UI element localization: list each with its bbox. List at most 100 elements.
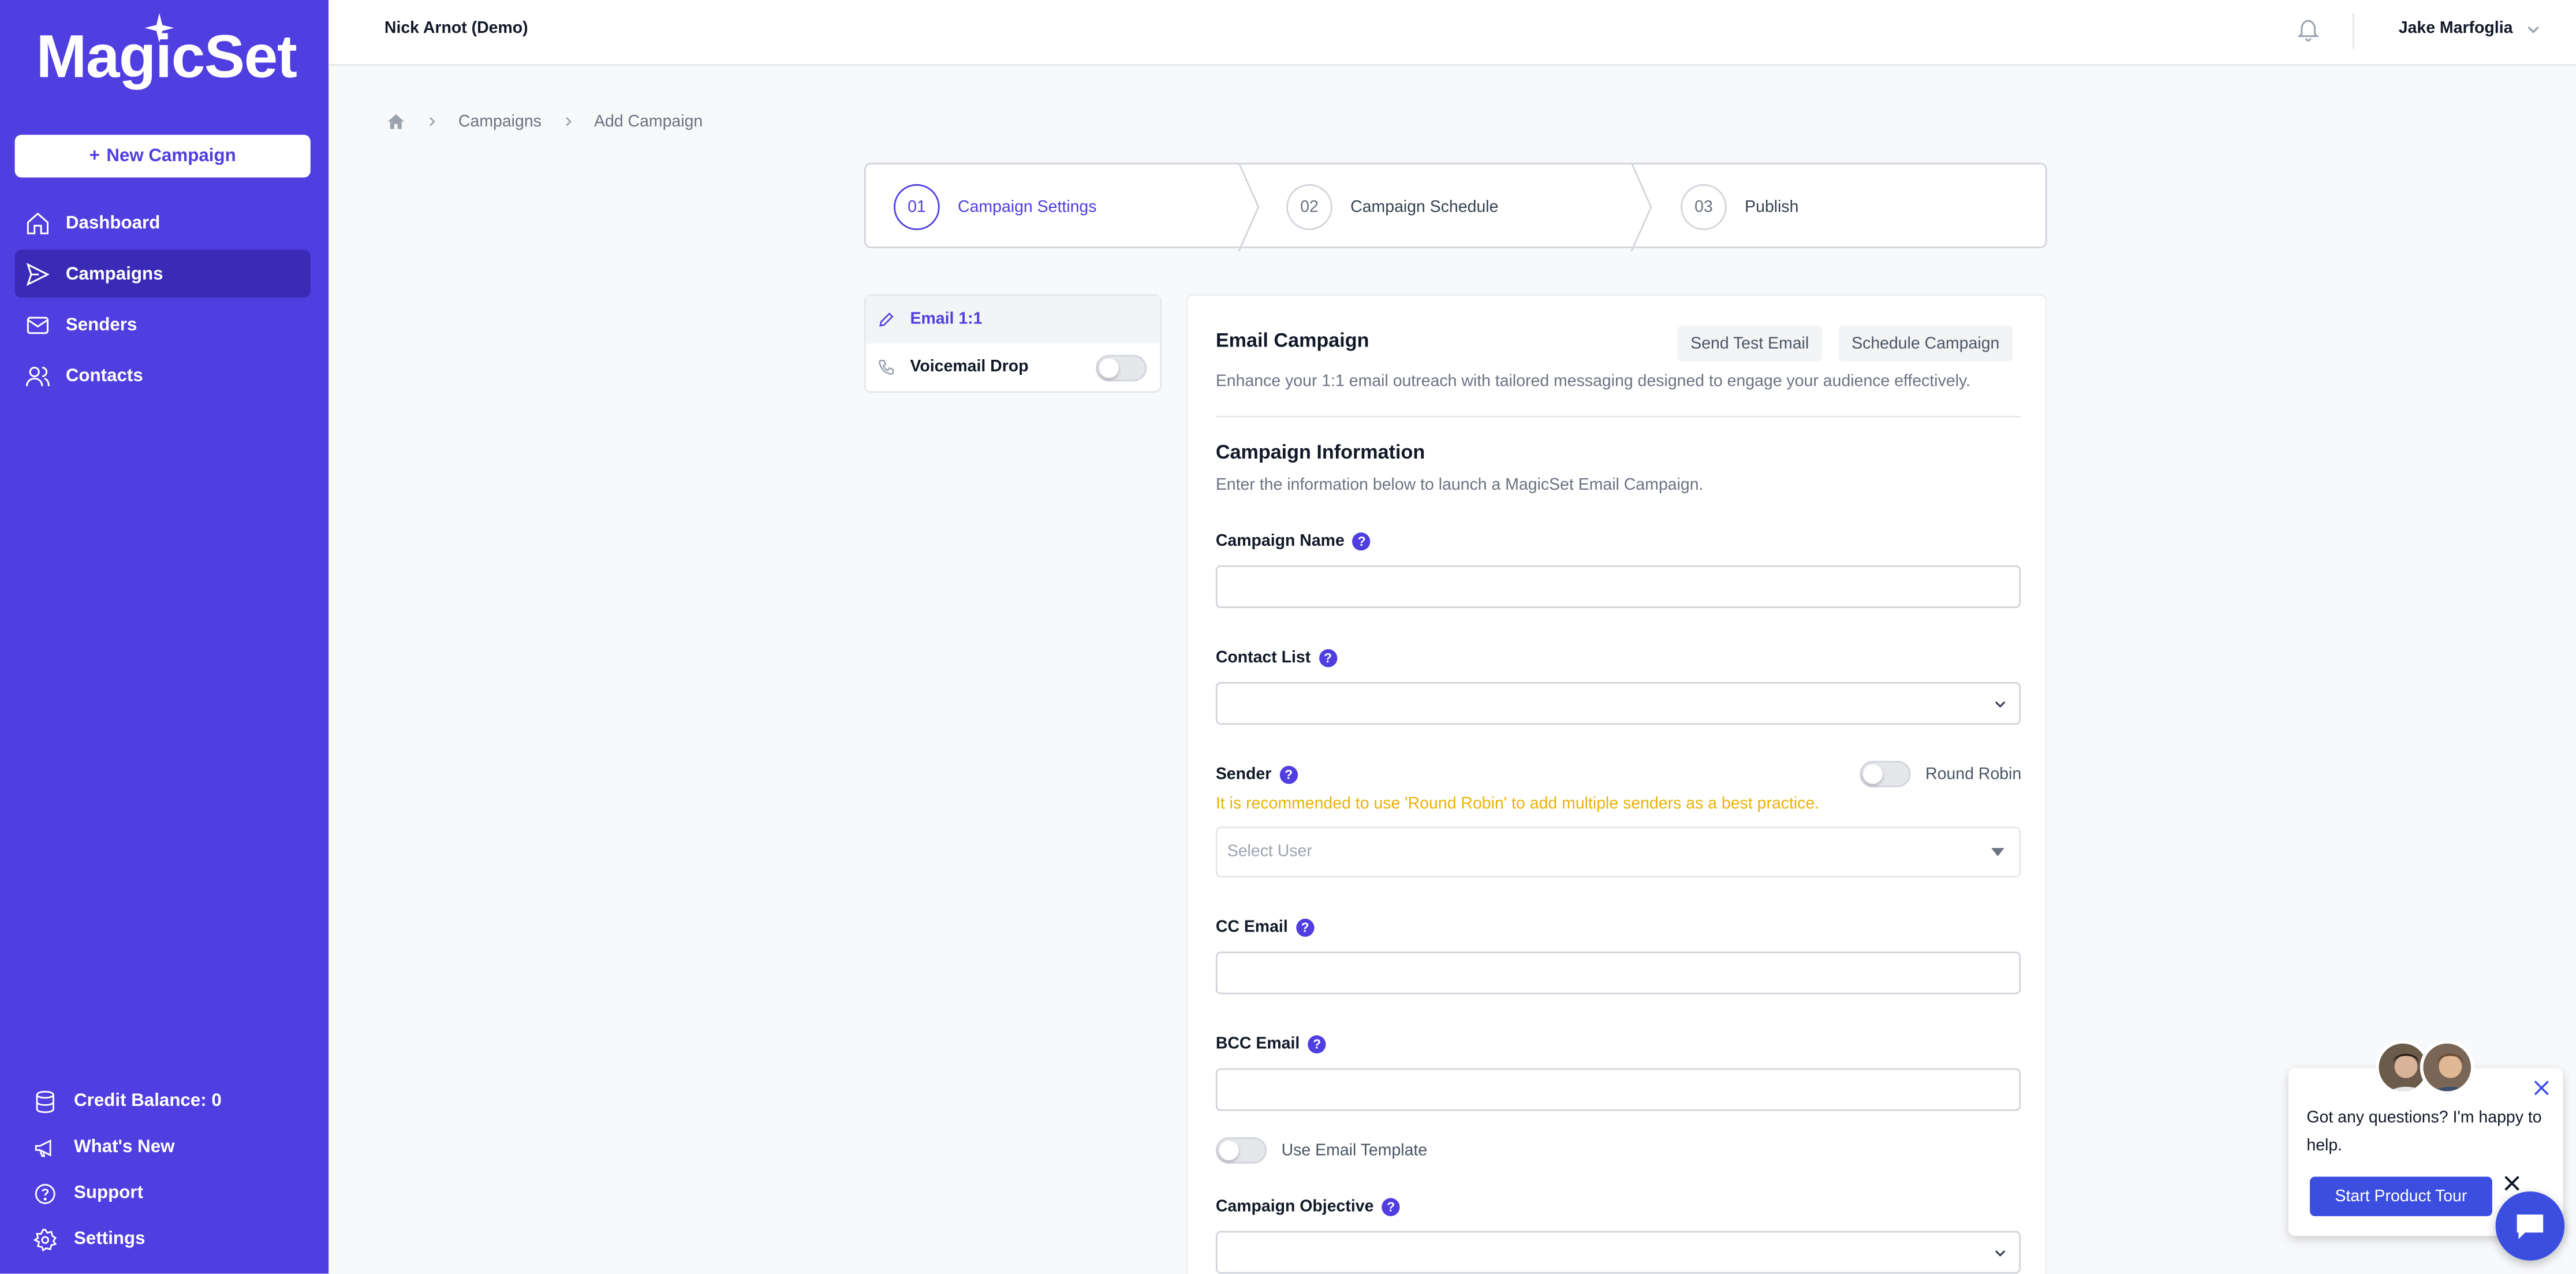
phone-icon (879, 359, 894, 375)
new-campaign-button[interactable]: + New Campaign (14, 135, 311, 178)
whats-new-link[interactable]: What's New (33, 1124, 312, 1170)
sidebar-item-label: Dashboard (65, 213, 160, 233)
support-link[interactable]: Support (33, 1170, 312, 1216)
contact-list-label: Contact List ? (1215, 649, 1337, 668)
email-campaign-form: Email Campaign Send Test Email Schedule … (1186, 294, 2047, 1274)
mail-icon (27, 316, 49, 333)
caret-down-icon (1991, 848, 2004, 856)
chat-message: Got any questions? I'm happy to help. (2306, 1109, 2542, 1156)
bcc-email-label: BCC Email ? (1216, 1035, 1326, 1054)
home-icon[interactable] (386, 112, 406, 132)
help-icon[interactable]: ? (1319, 649, 1337, 668)
sender-warning: It is recommended to use 'Round Robin' t… (1215, 795, 1820, 814)
channel-voicemail[interactable]: Voicemail Drop (866, 344, 1160, 392)
use-email-template-toggle[interactable] (1215, 1137, 1267, 1164)
sidebar-item-label: Campaigns (65, 263, 163, 284)
whats-new-label: What's New (74, 1137, 175, 1157)
sidebar-bottom: Credit Balance: 0 What's New Support Set… (33, 1078, 312, 1262)
cc-email-input[interactable] (1215, 951, 2021, 994)
step-campaign-settings[interactable]: 01 Campaign Settings (894, 165, 1097, 250)
chat-icon (2517, 1214, 2544, 1239)
start-product-tour-button[interactable]: Start Product Tour (2310, 1176, 2492, 1216)
step-publish[interactable]: 03 Publish (1681, 165, 1799, 250)
chat-launcher-button[interactable] (2495, 1191, 2565, 1261)
channel-label: Voicemail Drop (910, 358, 1029, 377)
chevron-down-icon[interactable] (2525, 21, 2541, 38)
contact-list-select[interactable] (1215, 681, 2021, 725)
breadcrumb-add-campaign: Add Campaign (593, 112, 703, 131)
channel-list: Email 1:1 Voicemail Drop (864, 294, 1162, 393)
plus-icon: + (89, 146, 100, 166)
close-icon[interactable] (2504, 1175, 2520, 1191)
campaign-info-title: Campaign Information (1215, 440, 1425, 464)
topbar: Nick Arnot (Demo) Jake Marfoglia (328, 0, 2576, 66)
sidebar-item-label: Senders (65, 314, 137, 335)
chevron-down-icon (1995, 1250, 2006, 1257)
new-campaign-label: New Campaign (106, 146, 236, 166)
field-label-text: Campaign Objective (1215, 1198, 1374, 1216)
bell-icon[interactable] (2295, 16, 2321, 43)
cc-email-label: CC Email ? (1216, 918, 1315, 937)
sender-select[interactable]: Select User (1215, 826, 2021, 878)
campaign-info-subtitle: Enter the information below to launch a … (1215, 476, 1704, 495)
gear-icon (33, 1228, 57, 1251)
voicemail-toggle[interactable] (1096, 355, 1147, 382)
help-icon[interactable]: ? (1353, 532, 1371, 551)
step-number: 01 (894, 184, 940, 230)
sidebar-item-dashboard[interactable]: Dashboard (15, 199, 311, 247)
sparkle-icon (144, 13, 174, 43)
chevron-right-icon (565, 117, 571, 126)
user-menu[interactable]: Jake Marfoglia (2399, 20, 2513, 38)
campaign-objective-select[interactable] (1215, 1231, 2021, 1274)
sender-label: Sender ? (1216, 766, 1298, 784)
sidebar-item-senders[interactable]: Senders (15, 301, 311, 349)
step-number: 02 (1286, 184, 1332, 230)
campaign-stepper: 01 Campaign Settings 02 Campaign Schedul… (864, 162, 2047, 252)
pencil-icon (879, 312, 894, 327)
help-icon[interactable]: ? (1296, 918, 1315, 937)
breadcrumb-campaigns[interactable]: Campaigns (458, 113, 542, 131)
channel-email[interactable]: Email 1:1 (865, 296, 1160, 344)
close-icon[interactable] (2533, 1080, 2549, 1096)
send-test-email-button[interactable]: Send Test Email (1677, 325, 1823, 362)
campaign-name-input[interactable] (1215, 565, 2021, 608)
step-divider (1630, 162, 1652, 252)
help-icon[interactable]: ? (1308, 1035, 1326, 1054)
round-robin-label: Round Robin (1925, 765, 2022, 783)
sidebar-item-campaigns[interactable]: Campaigns (14, 249, 311, 298)
help-icon[interactable]: ? (1382, 1198, 1400, 1216)
settings-link[interactable]: Settings (33, 1216, 312, 1262)
home-icon (27, 211, 49, 234)
sidebar-item-contacts[interactable]: Contacts (15, 352, 311, 400)
org-name[interactable]: Nick Arnot (Demo) (384, 20, 528, 38)
agent-avatar (2420, 1040, 2474, 1095)
settings-label: Settings (74, 1229, 145, 1249)
chevron-down-icon (1995, 701, 2006, 708)
use-email-template-label: Use Email Template (1281, 1141, 1428, 1160)
step-label: Campaign Schedule (1350, 198, 1499, 217)
step-campaign-schedule[interactable]: 02 Campaign Schedule (1286, 165, 1498, 250)
campaign-objective-label: Campaign Objective ? (1216, 1198, 1400, 1216)
schedule-campaign-button[interactable]: Schedule Campaign (1838, 325, 2013, 362)
divider (1215, 415, 2021, 418)
support-label: Support (74, 1183, 144, 1204)
field-label-text: Contact List (1215, 649, 1311, 668)
use-email-template: Use Email Template (1215, 1137, 1428, 1164)
database-icon (36, 1090, 54, 1112)
send-icon (26, 262, 50, 285)
bcc-email-input[interactable] (1215, 1068, 2021, 1111)
logo[interactable]: MagicSet (36, 13, 299, 92)
field-label-text: Campaign Name (1215, 532, 1345, 551)
field-label-text: Sender (1215, 766, 1272, 784)
sender-placeholder: Select User (1227, 843, 1312, 862)
breadcrumb: Campaigns Add Campaign (386, 112, 703, 132)
step-label: Publish (1745, 198, 1799, 217)
sidebar-item-label: Contacts (65, 366, 143, 386)
users-icon (25, 366, 50, 386)
help-icon[interactable]: ? (1279, 766, 1298, 784)
step-divider (1238, 162, 1260, 252)
channel-label: Email 1:1 (910, 310, 983, 329)
credit-balance[interactable]: Credit Balance: 0 (33, 1078, 312, 1124)
round-robin-toggle[interactable] (1860, 761, 1911, 788)
chevron-right-icon (430, 117, 435, 126)
